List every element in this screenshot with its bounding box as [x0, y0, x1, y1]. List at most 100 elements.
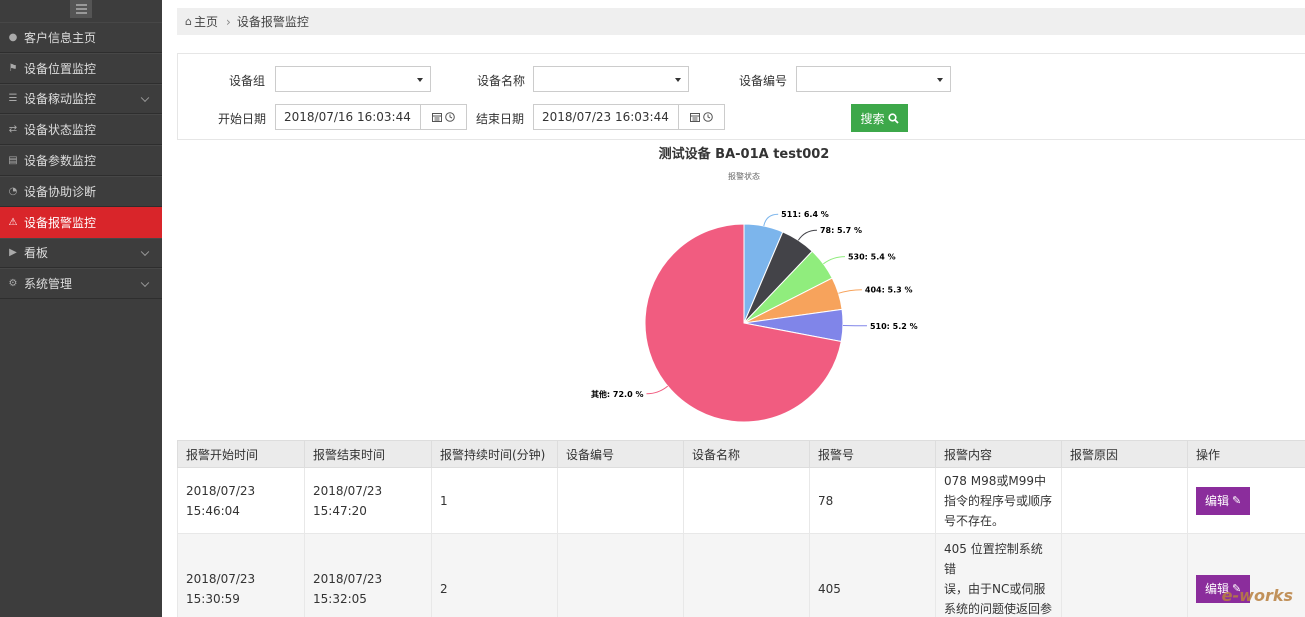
- flag-icon: ⚑: [8, 62, 18, 74]
- cell-end-time: 2018/07/23 15:32:05: [304, 533, 432, 617]
- device-code-label: 设备编号: [739, 74, 788, 88]
- pie-data-label: 404: 5.3 %: [865, 286, 913, 295]
- column-header: 报警开始时间: [177, 440, 305, 468]
- column-header: 报警原因: [1061, 440, 1188, 468]
- warning-icon: ⚠: [8, 216, 18, 228]
- pie-data-label: 其他: 72.0 %: [591, 389, 644, 399]
- search-icon: [887, 112, 899, 124]
- sidebar-item-label: 设备报警监控: [24, 215, 97, 230]
- device-group-label: 设备组: [229, 74, 266, 88]
- cell-end-time-line: 2018/07/23: [313, 571, 383, 586]
- caret-down-icon: [417, 78, 423, 82]
- pie-label-connector: [823, 256, 845, 265]
- caret-down-icon: [675, 78, 681, 82]
- sidebar-item-5[interactable]: ◔ 设备协助诊断: [0, 175, 162, 207]
- cell-start-time-line: 15:46:04: [186, 503, 240, 518]
- chevron-right-icon: ›: [226, 14, 231, 29]
- breadcrumb: ⌂ 主页 › 设备报警监控: [177, 8, 1305, 35]
- edit-button[interactable]: 编辑 ✎: [1196, 486, 1251, 515]
- sidebar-item-1[interactable]: ⚑ 设备位置监控: [0, 52, 162, 84]
- sidebar-item-label: 设备参数监控: [24, 154, 97, 169]
- device-name-select[interactable]: [533, 66, 689, 92]
- clock-icon[interactable]: [445, 112, 455, 122]
- cell-alarm-reason: [1061, 533, 1188, 617]
- edit-icon: ✎: [1232, 495, 1242, 507]
- device-group-select[interactable]: [275, 66, 431, 92]
- chart-title: 测试设备 BA-01A test002: [659, 146, 830, 162]
- column-header: 报警内容: [935, 440, 1062, 468]
- end-date-value[interactable]: 2018/07/23 16:03:44: [534, 105, 678, 129]
- alarm-pie-chart: 测试设备 BA-01A test002 报警状态 511: 6.4 % 78: 5…: [177, 142, 1305, 438]
- cell-alarm-number: 78: [809, 467, 936, 534]
- end-date-label: 结束日期: [476, 112, 525, 126]
- user-icon: ●: [8, 31, 18, 43]
- chevron-down-icon: [140, 247, 150, 257]
- sidebar-item-label: 客户信息主页: [24, 30, 97, 45]
- column-header: 设备编号: [557, 440, 684, 468]
- cell-end-time: 2018/07/23 15:47:20: [304, 467, 432, 534]
- end-date-field[interactable]: 2018/07/23 16:03:44: [533, 104, 725, 130]
- cell-alarm-content: 405 位置控制系统错误，由于NC或伺服系统的问题使返回参考点的操 作失败。: [935, 533, 1062, 617]
- column-header: 报警持续时间(分钟): [431, 440, 558, 468]
- sidebar-item-label: 系统管理: [24, 277, 73, 292]
- cell-device-name: [683, 467, 810, 534]
- sidebar-item-8[interactable]: ⚙ 系统管理: [0, 268, 162, 300]
- sidebar-item-label: 设备协助诊断: [24, 184, 97, 199]
- table-header-row: 报警开始时间 报警结束时间 报警持续时间(分钟) 设备编号 设备名称 报警号 报警内容 报警原…: [177, 440, 1305, 468]
- sidebar-item-7[interactable]: ▶ 看板: [0, 237, 162, 269]
- pie-data-label: 530: 5.4 %: [848, 253, 896, 262]
- sidebar-item-3[interactable]: ⇄ 设备状态监控: [0, 114, 162, 146]
- caret-down-icon: [937, 78, 943, 82]
- sidebar-item-4[interactable]: ▤ 设备参数监控: [0, 145, 162, 176]
- device-name-label: 设备名称: [477, 74, 526, 88]
- edit-button-label: 编辑: [1205, 494, 1230, 508]
- chevron-down-icon: [140, 93, 150, 103]
- device-code-select[interactable]: [796, 66, 951, 92]
- cell-alarm-content-line: 405 位置控制系统错: [944, 541, 1043, 576]
- cell-start-time: 2018/07/23 15:30:59: [177, 533, 305, 617]
- calendar-icon[interactable]: [432, 112, 442, 122]
- clock-icon[interactable]: [703, 112, 713, 122]
- search-button[interactable]: 搜索: [851, 104, 908, 132]
- bar-chart-icon: ▤: [8, 155, 18, 167]
- cell-alarm-content-line: 系统的问题使返回参: [944, 601, 1053, 616]
- calendar-icon[interactable]: [690, 112, 700, 122]
- start-date-field[interactable]: 2018/07/16 16:03:44: [275, 104, 467, 130]
- breadcrumb-home[interactable]: 主页: [194, 13, 218, 30]
- cell-alarm-content-line: 误，由于NC或伺服: [944, 581, 1046, 596]
- menu-toggle-icon[interactable]: [70, 0, 92, 18]
- column-header: 报警号: [809, 440, 936, 468]
- sidebar-item-label: 设备状态监控: [24, 123, 97, 138]
- sidebar-item-6[interactable]: ⚠ 设备报警监控: [0, 206, 162, 238]
- pie-chart-svg: 测试设备 BA-01A test002 报警状态 511: 6.4 % 78: 5…: [591, 146, 918, 423]
- cell-start-time-line: 2018/07/23: [186, 483, 256, 498]
- start-date-value[interactable]: 2018/07/16 16:03:44: [276, 105, 420, 129]
- cell-start-time: 2018/07/23 15:46:04: [177, 467, 305, 534]
- cell-alarm-reason: [1061, 467, 1188, 534]
- pie-data-label: 510: 5.2 %: [870, 322, 918, 331]
- home-icon: ⌂: [185, 15, 192, 28]
- pie-label-connector: [763, 213, 779, 227]
- cell-duration: 1: [431, 467, 558, 534]
- cell-device-name: [683, 533, 810, 617]
- sidebar: ● 客户信息主页 ⚑ 设备位置监控 ☰ 设备稼动监控 ⇄ 设备状态监控 ▤ 设备参数监控 ◔ 设备协助…: [0, 0, 162, 617]
- pie-data-label: 511: 6.4 %: [781, 210, 829, 219]
- sidebar-toggle-area: [0, 0, 162, 22]
- breadcrumb-current: 设备报警监控: [236, 15, 309, 29]
- cell-duration: 2: [431, 533, 558, 617]
- sidebar-item-label: 设备稼动监控: [24, 92, 97, 107]
- sidebar-item-label: 看板: [24, 246, 49, 261]
- filter-panel: 设备组 设备名称 设备编号 开始日期 2018/07/16 16:03:44 结…: [177, 53, 1305, 140]
- column-header: 报警结束时间: [304, 440, 432, 468]
- cell-alarm-content-line: 指令的程序号或顺序: [944, 493, 1053, 508]
- pie-label-connector: [646, 385, 669, 395]
- column-header: 设备名称: [683, 440, 810, 468]
- list-icon: ☰: [8, 93, 18, 105]
- play-icon: ▶: [9, 247, 17, 259]
- sidebar-item-2[interactable]: ☰ 设备稼动监控: [0, 83, 162, 115]
- table-row: 2018/07/23 15:30:59 2018/07/23 15:32:05 2 405…: [177, 533, 1305, 617]
- dashboard-icon: ◔: [8, 185, 18, 197]
- sidebar-item-0[interactable]: ● 客户信息主页: [0, 22, 162, 53]
- pie-label-connector: [797, 229, 817, 241]
- cell-start-time-line: 15:30:59: [186, 591, 240, 606]
